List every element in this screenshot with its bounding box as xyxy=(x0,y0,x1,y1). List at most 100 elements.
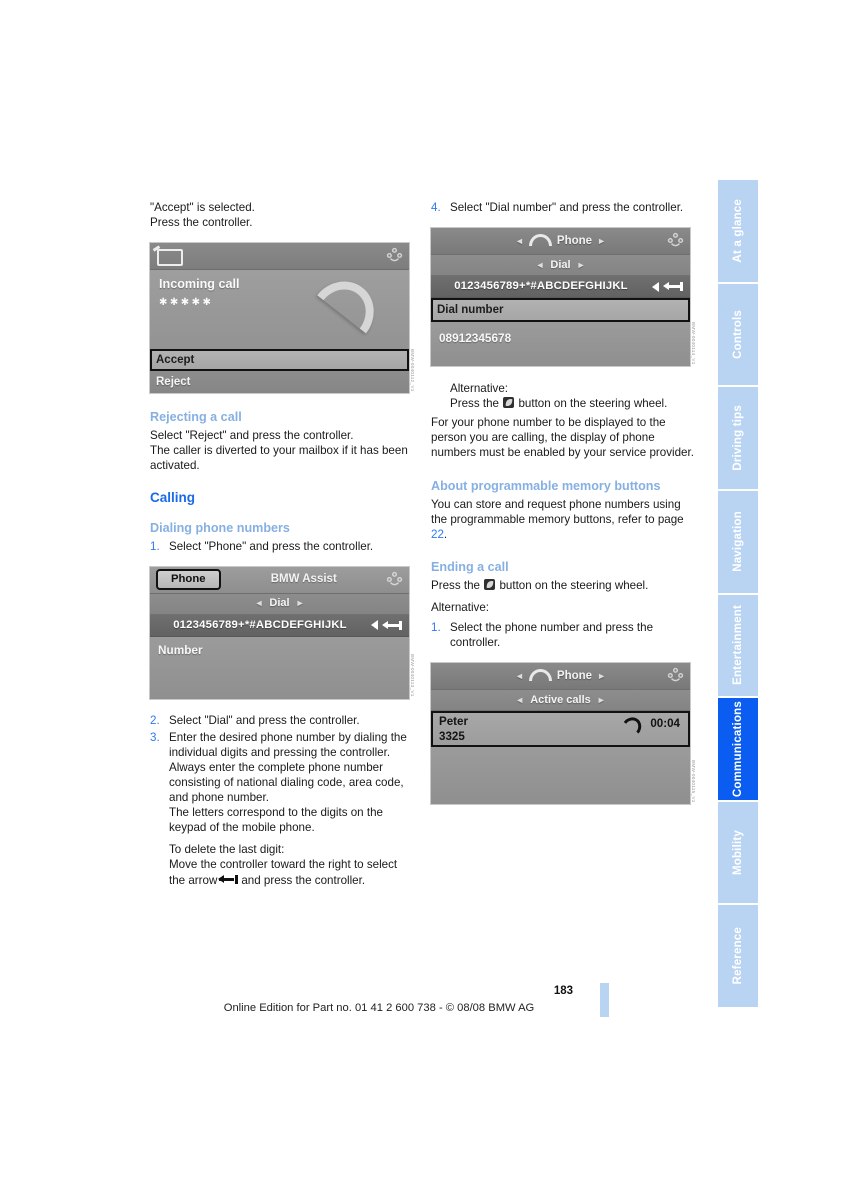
row-reject-label: Reject xyxy=(156,375,191,388)
step-2-text: Select "Dial" and press the controller. xyxy=(169,713,360,727)
ending-step-1-text: Select the phone number and press the co… xyxy=(450,621,654,650)
idrive-topbar-title: Phone xyxy=(556,234,593,247)
chevron-left-icon[interactable]: ◄ xyxy=(515,693,524,708)
active-call-screenshot: ◄ Phone ► ◄ Active calls ► Peter 3325 00… xyxy=(431,663,696,805)
subbar-label: Dial xyxy=(550,258,571,271)
chevron-left-icon[interactable]: ◄ xyxy=(535,258,544,273)
subbar-label: Active calls xyxy=(530,693,591,706)
controller-icon xyxy=(667,232,684,247)
return-icon xyxy=(157,249,183,267)
step-1-text: Select "Phone" and press the controller. xyxy=(169,540,374,554)
triangle-left-icon[interactable] xyxy=(652,281,659,292)
row-dial-number[interactable]: Dial number xyxy=(431,298,690,323)
entered-number-area: 08912345678 xyxy=(431,322,690,367)
page-footer: 183 Online Edition for Part no. 01 41 2 … xyxy=(0,984,718,1014)
step-3-text: Enter the desired phone number by dialin… xyxy=(169,730,407,759)
rejecting-body-1: Select "Reject" and press the controller… xyxy=(150,429,354,443)
alternative-text: Press the button on the steering wheel. xyxy=(450,396,694,411)
chevron-left-icon[interactable]: ◄ xyxy=(515,669,524,684)
chevron-left-icon[interactable]: ◄ xyxy=(254,596,263,611)
chevron-right-icon[interactable]: ► xyxy=(597,693,606,708)
ending-text: Press the button on the steering wheel. xyxy=(431,578,694,593)
call-timer: 00:04 xyxy=(623,713,680,734)
step-3-delete-label: To delete the last digit: xyxy=(169,843,285,857)
sidebar-tab-at-a-glance[interactable]: At a glance xyxy=(718,180,758,284)
chevron-left-icon[interactable]: ◄ xyxy=(515,234,524,249)
heading-rejecting-a-call: Rejecting a call xyxy=(150,410,242,425)
sidebar-tab-label: Entertainment xyxy=(732,605,744,686)
heading-dialing-phone-numbers: Dialing phone numbers xyxy=(150,521,290,536)
heading-ending-a-call: Ending a call xyxy=(431,559,509,574)
sidebar-tab-controls[interactable]: Controls xyxy=(718,283,758,388)
backspace-icon[interactable] xyxy=(663,282,683,292)
step-4: 4. Select "Dial number" and press the co… xyxy=(431,200,694,215)
page-number: 183 xyxy=(553,985,573,997)
row-accept[interactable]: Accept xyxy=(150,349,409,372)
steering-wheel-phone-button-icon xyxy=(503,397,515,409)
backspace-icon xyxy=(218,874,239,884)
step-3-delete-text-b: and press the controller. xyxy=(241,873,366,887)
idrive-topbar: ◄ Phone ► xyxy=(431,228,690,256)
chevron-right-icon[interactable]: ► xyxy=(577,258,586,273)
heading-programmable-memory-buttons: About programmable memory buttons xyxy=(431,478,661,493)
character-strip[interactable]: 0123456789+*#ABCDEFGHIJKL xyxy=(150,614,409,637)
sidebar-tab-mobility[interactable]: Mobility xyxy=(718,801,758,906)
chevron-right-icon[interactable]: ► xyxy=(597,234,606,249)
active-call-empty-area xyxy=(431,747,690,805)
incoming-call-body: Incoming call ✱✱✱✱✱ xyxy=(150,268,409,350)
number-field-area: Number xyxy=(150,636,409,699)
tab-bmw-assist[interactable]: BMW Assist xyxy=(221,572,387,587)
sidebar-tab-label: Mobility xyxy=(732,830,744,876)
footer-accent-bar xyxy=(600,983,609,1017)
active-call-row[interactable]: Peter 3325 00:04 xyxy=(431,711,690,748)
ending-text-a: Press the xyxy=(431,578,480,592)
row-accept-label: Accept xyxy=(156,353,195,366)
sidebar-tab-label: Reference xyxy=(732,927,744,985)
step-4-number: 4. xyxy=(431,201,441,214)
idrive-subbar: ◄ Dial ► xyxy=(150,593,409,615)
image-credit: BMW-0040113_V1 xyxy=(410,653,415,697)
sidebar-tab-driving-tips[interactable]: Driving tips xyxy=(718,387,758,491)
tab-phone[interactable]: Phone xyxy=(156,569,221,591)
sidebar-tab-label: Controls xyxy=(732,310,744,359)
ending-step-1: 1. Select the phone number and press the… xyxy=(431,620,694,650)
intro-line-2: Press the controller. xyxy=(150,216,253,230)
chevron-right-icon[interactable]: ► xyxy=(597,669,606,684)
dial-entry-screenshot: Phone BMW Assist ◄ Dial ► 0123456789+*#A… xyxy=(150,566,415,699)
character-strip[interactable]: 0123456789+*#ABCDEFGHIJKL xyxy=(431,276,690,299)
page-reference[interactable]: 22 xyxy=(431,528,444,541)
handset-icon xyxy=(528,234,552,247)
alternative-label: Alternative: xyxy=(450,382,508,396)
idrive-topbar-title-group: ◄ Phone ► xyxy=(515,669,606,684)
triangle-left-icon[interactable] xyxy=(371,620,378,631)
sidebar-tab-communications[interactable]: Communications xyxy=(718,698,758,802)
dial-number-screenshot: ◄ Phone ► ◄ Dial ► 0123456789+*#ABCDEFGH… xyxy=(431,228,696,367)
chevron-right-icon[interactable]: ► xyxy=(296,596,305,611)
step-2: 2. Select "Dial" and press the controlle… xyxy=(150,713,413,728)
row-dial-number-label: Dial number xyxy=(437,303,504,316)
intro-line-1: "Accept" is selected. xyxy=(150,201,255,214)
backspace-icon[interactable] xyxy=(382,620,402,630)
step-3-delete-text: Move the controller toward the right to … xyxy=(169,857,413,887)
sidebar-tab-reference[interactable]: Reference xyxy=(718,905,758,1007)
row-reject[interactable]: Reject xyxy=(150,371,409,394)
idrive-topbar-tabs: Phone BMW Assist xyxy=(150,566,409,594)
display-note: For your phone number to be displayed to… xyxy=(431,416,694,460)
memory-body: You can store and request phone numbers … xyxy=(431,497,684,541)
idrive-topbar xyxy=(150,243,409,271)
idrive-subbar: ◄ Active calls ► xyxy=(431,690,690,712)
rejecting-body-2: The caller is diverted to your mailbox i… xyxy=(150,444,408,473)
subbar-label: Dial xyxy=(269,597,290,610)
sidebar-tab-label: Driving tips xyxy=(732,405,744,471)
left-column: "Accept" is selected. Press the controll… xyxy=(150,200,415,888)
image-credit: BMW-0040114_V1 xyxy=(691,321,696,365)
right-column: 4. Select "Dial number" and press the co… xyxy=(431,200,696,805)
call-duration: 00:04 xyxy=(650,717,680,731)
ending-text-b: button on the steering wheel. xyxy=(499,578,649,592)
sidebar-tab-entertainment[interactable]: Entertainment xyxy=(718,594,758,699)
controller-icon xyxy=(386,571,403,585)
step-4-text: Select "Dial number" and press the contr… xyxy=(450,201,684,214)
footer-edition-text: Online Edition for Part no. 01 41 2 600 … xyxy=(223,1002,535,1014)
alternative-text-b: button on the steering wheel. xyxy=(518,397,668,411)
sidebar-tab-navigation[interactable]: Navigation xyxy=(718,490,758,595)
